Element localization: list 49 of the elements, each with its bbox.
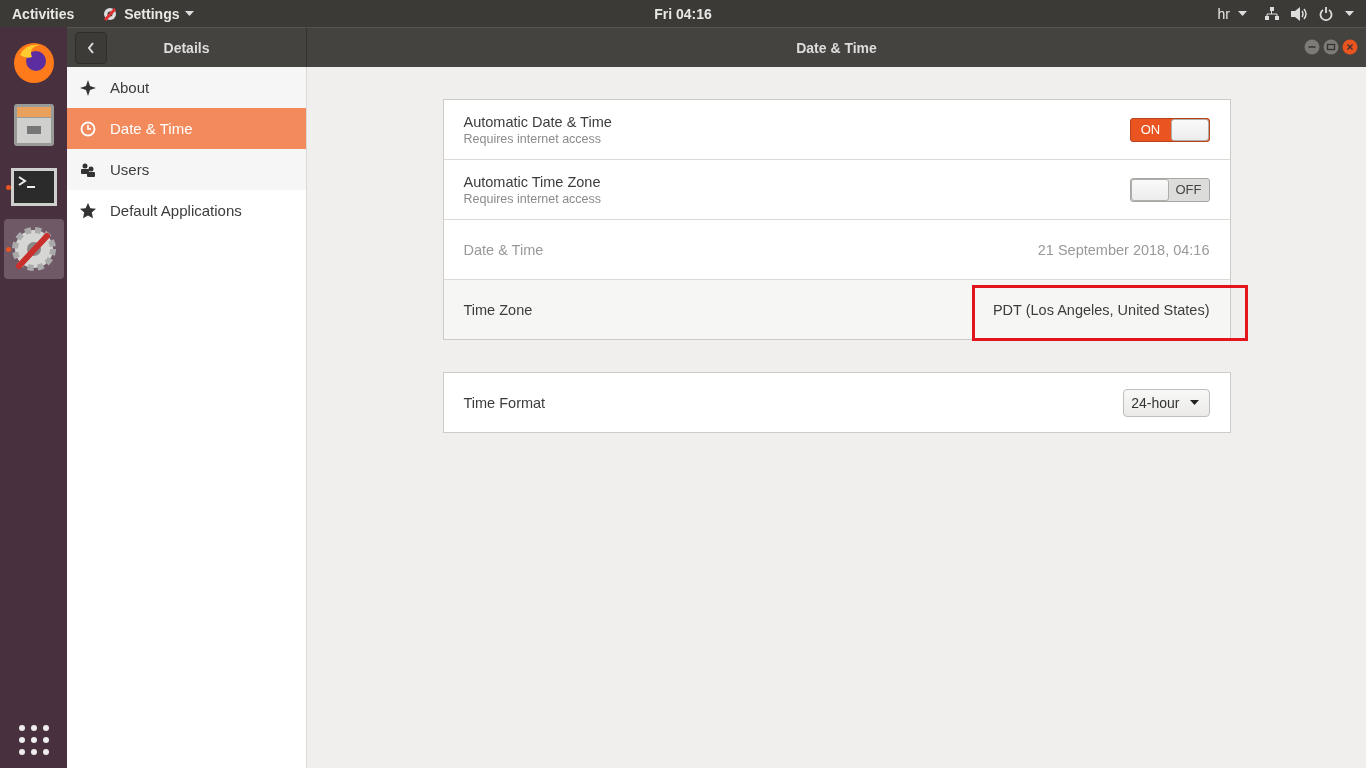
gear-wrench-icon [102, 5, 119, 22]
star-icon [80, 202, 96, 219]
maximize-icon [1323, 39, 1339, 55]
chevron-left-icon [87, 41, 95, 54]
caret-icon [1345, 11, 1354, 16]
volume-icon [1291, 6, 1307, 21]
minimize-icon [1304, 39, 1320, 55]
sparkle-icon [80, 79, 96, 96]
app-grid-icon[interactable] [17, 724, 50, 756]
settings-row[interactable]: Automatic Date & Time Requires internet access ON [443, 100, 1230, 159]
toggle-switch[interactable]: ON [1129, 117, 1210, 142]
users-icon [80, 161, 96, 178]
row-title: Automatic Date & Time [463, 113, 612, 130]
sidebar-item[interactable]: About [67, 67, 306, 108]
row-subtitle: Requires internet access [463, 131, 603, 146]
row-title: Date & Time [463, 241, 544, 258]
dropdown-button[interactable]: 24-hour [1123, 388, 1210, 417]
settings-row[interactable]: Automatic Time Zone Requires internet access OFF [443, 159, 1230, 219]
row-title: Time Format [463, 394, 546, 411]
browser-icon [11, 41, 56, 85]
clock[interactable]: Fri 04:16 [654, 5, 712, 22]
row-title: Time Zone [463, 301, 533, 318]
activities-button[interactable]: Activities [12, 5, 75, 22]
back-button[interactable] [75, 31, 107, 64]
file-cabinet-icon [11, 102, 56, 148]
sidebar-item[interactable]: Users [67, 149, 306, 190]
close-icon [1342, 39, 1358, 55]
settings-row[interactable]: Time Zone PDT (Los Angeles, United States) [443, 279, 1230, 339]
gear-wrench-icon [10, 226, 57, 272]
window-title: Date & Time [796, 39, 877, 56]
clock-icon [80, 120, 96, 137]
maximize-button[interactable] [1323, 39, 1339, 55]
toggle-switch[interactable]: OFF [1129, 177, 1210, 202]
row-subtitle: Requires internet access [463, 191, 602, 206]
sidebar-title: Details [162, 39, 211, 56]
row-value: 21 September 2018, 04:16 [1037, 241, 1210, 258]
settings-row[interactable]: Time Format 24-hour [443, 373, 1230, 432]
row-title: Automatic Time Zone [463, 173, 602, 190]
app-menu[interactable]: Settings [124, 5, 180, 22]
power-icon [1319, 6, 1333, 21]
close-button[interactable] [1342, 39, 1358, 55]
terminal-icon [10, 168, 57, 206]
row-value: PDT (Los Angeles, United States) [992, 301, 1210, 318]
caret-icon [185, 11, 195, 16]
caret-icon [1238, 11, 1247, 16]
caret-icon [1189, 400, 1199, 405]
network-icon [1265, 7, 1279, 20]
keyboard-layout[interactable]: hr [1217, 5, 1230, 22]
dock-item[interactable] [3, 219, 64, 279]
